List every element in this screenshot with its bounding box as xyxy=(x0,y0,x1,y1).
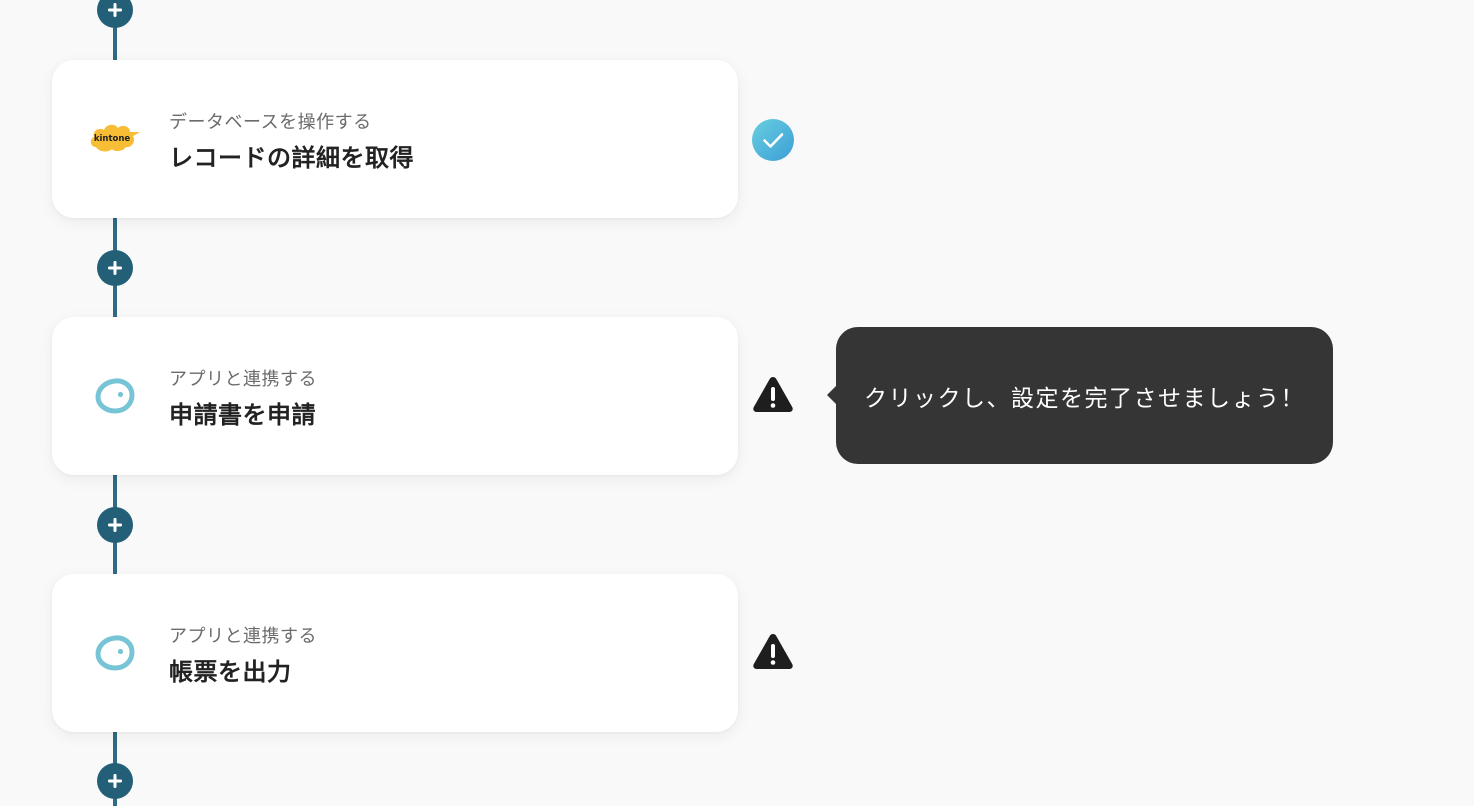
step-action-type: アプリと連携する xyxy=(169,369,317,390)
step-title: レコードの詳細を取得 xyxy=(169,144,414,172)
add-step-button[interactable] xyxy=(97,0,133,28)
tooltip-text: クリックし、設定を完了させましょう！ xyxy=(864,385,1305,412)
step-card-submit-application[interactable]: アプリと連携する 申請書を申請 xyxy=(52,317,738,475)
kintone-logo-icon: kintone xyxy=(88,116,142,162)
add-step-button[interactable] xyxy=(97,507,133,543)
plus-icon xyxy=(108,261,122,275)
tooltip-arrow xyxy=(827,385,837,405)
yoom-app-icon xyxy=(88,373,142,419)
add-step-button[interactable] xyxy=(97,763,133,799)
step-card-output-form[interactable]: アプリと連携する 帳票を出力 xyxy=(52,574,738,732)
plus-icon xyxy=(108,518,122,532)
add-step-button[interactable] xyxy=(97,250,133,286)
step-title: 申請書を申請 xyxy=(169,401,316,429)
complete-check-icon xyxy=(750,117,796,163)
warning-icon xyxy=(750,371,796,417)
warning-icon xyxy=(750,628,796,674)
svg-text:kintone: kintone xyxy=(94,134,131,144)
step-action-type: アプリと連携する xyxy=(169,626,317,647)
yoom-app-icon xyxy=(88,630,142,676)
step-card-get-record[interactable]: kintone データベースを操作する レコードの詳細を取得 xyxy=(52,60,738,218)
step-title: 帳票を出力 xyxy=(169,658,292,686)
plus-icon xyxy=(108,774,122,788)
plus-icon xyxy=(108,3,122,17)
step-action-type: データベースを操作する xyxy=(169,112,372,133)
setup-hint-tooltip[interactable]: クリックし、設定を完了させましょう！ xyxy=(827,327,1333,464)
flow-canvas: kintone データベースを操作する レコードの詳細を取得 アプリと連携する xyxy=(0,0,1474,806)
